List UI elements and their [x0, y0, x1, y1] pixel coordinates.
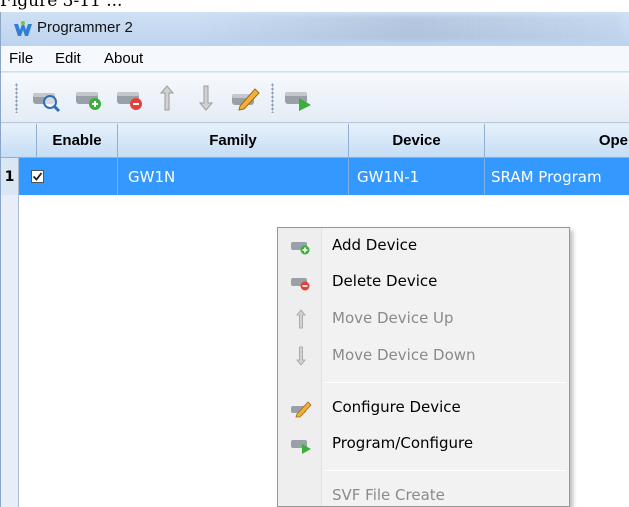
program-configure-icon — [285, 92, 311, 111]
ctx-separator-1 — [324, 382, 566, 383]
row-header-column — [1, 158, 19, 507]
table-row[interactable]: 1 GW1N GW1N-1 SRAM Program — [1, 158, 629, 195]
program-configure-button[interactable] — [281, 82, 315, 114]
ctx-move-device-down-label: Move Device Down — [332, 346, 476, 364]
delete-device-icon — [117, 92, 142, 110]
menu-edit[interactable]: Edit — [55, 50, 81, 67]
ctx-program-configure-label: Program/Configure — [332, 434, 474, 452]
ctx-move-device-down[interactable]: Move Device Down — [278, 338, 569, 374]
scan-device-icon — [33, 93, 61, 112]
ctx-add-device-label: Add Device — [332, 236, 418, 254]
move-up-icon — [159, 85, 175, 111]
ctx-delete-device-label: Delete Device — [332, 272, 438, 290]
family-cell[interactable]: GW1N — [118, 158, 349, 195]
scan-device-button[interactable] — [29, 82, 63, 114]
toolbar-grip[interactable] — [15, 83, 18, 113]
header-enable[interactable]: Enable — [37, 124, 118, 158]
ctx-delete-device[interactable]: Delete Device — [278, 264, 569, 300]
app-logo-icon — [14, 21, 32, 36]
title-bar: Programmer 2 — [1, 12, 629, 46]
ctx-move-device-up-label: Move Device Up — [332, 309, 454, 327]
add-device-button[interactable] — [72, 82, 106, 114]
ctx-add-device[interactable]: Add Device — [278, 228, 569, 264]
delete-device-button[interactable] — [113, 82, 147, 114]
menu-file[interactable]: File — [9, 50, 33, 67]
ctx-program-configure[interactable]: Program/Configure — [278, 426, 569, 462]
configure-device-icon — [232, 88, 260, 111]
configure-device-icon — [291, 401, 312, 418]
header-corner — [1, 124, 37, 158]
ctx-separator-2 — [324, 470, 566, 471]
enable-checkbox[interactable] — [31, 170, 44, 183]
toolbar — [1, 73, 629, 123]
add-device-icon — [76, 92, 101, 110]
device-cell[interactable]: GW1N-1 — [349, 158, 485, 195]
check-icon — [32, 172, 43, 181]
menu-bar: File Edit About — [1, 46, 629, 72]
menu-about[interactable]: About — [104, 50, 143, 67]
window-title: Programmer 2 — [37, 19, 133, 36]
configure-device-button[interactable] — [228, 82, 262, 114]
ctx-configure-device[interactable]: Configure Device — [278, 390, 569, 426]
move-down-icon — [198, 85, 214, 111]
move-down-button[interactable] — [189, 82, 223, 114]
operation-cell[interactable]: SRAM Program — [485, 158, 629, 195]
ctx-configure-device-label: Configure Device — [332, 398, 461, 416]
ctx-svf-file-create-label: SVF File Create — [332, 486, 445, 504]
add-device-icon — [291, 242, 310, 255]
program-configure-icon — [291, 440, 311, 454]
move-up-icon — [296, 309, 306, 329]
row-number: 1 — [1, 158, 19, 195]
header-device[interactable]: Device — [349, 124, 485, 158]
context-menu: Add Device Delete Device Move Device Up … — [277, 227, 570, 507]
header-operation[interactable]: Ope — [485, 124, 629, 158]
ctx-move-device-up[interactable]: Move Device Up — [278, 301, 569, 337]
move-down-icon — [296, 346, 306, 366]
move-up-button[interactable] — [150, 82, 184, 114]
enable-cell[interactable] — [19, 158, 118, 195]
toolbar-grip-2[interactable] — [271, 83, 274, 113]
title-background-blur — [201, 15, 621, 41]
header-family[interactable]: Family — [118, 124, 349, 158]
caption-strip: Figure 3-11 ... — [0, 0, 629, 12]
figure-caption: Figure 3-11 ... — [0, 0, 123, 11]
ctx-svf-file-create[interactable]: SVF File Create — [278, 478, 569, 506]
delete-device-icon — [291, 278, 310, 291]
